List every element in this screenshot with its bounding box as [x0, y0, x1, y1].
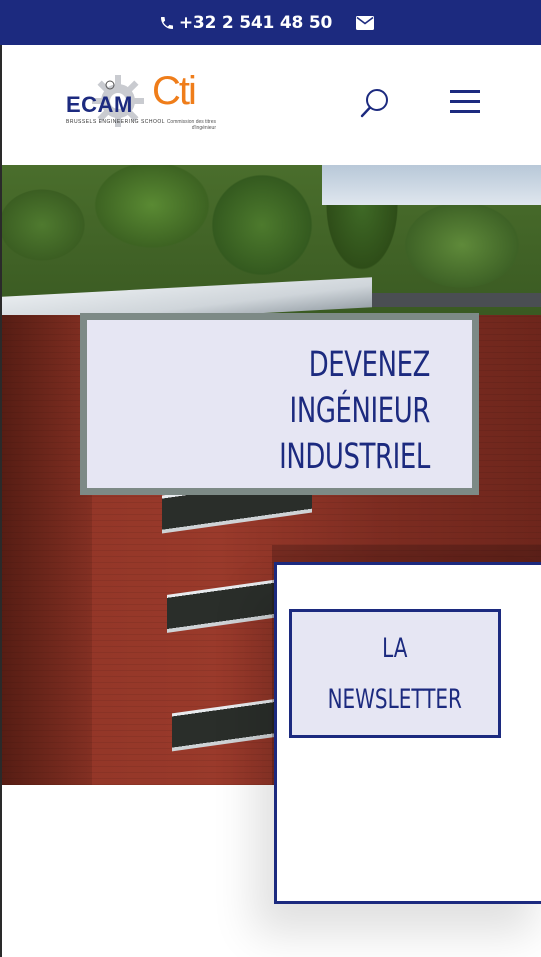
hamburger-menu-icon[interactable]	[450, 90, 482, 116]
left-edge-border	[0, 785, 2, 957]
site-header: ECAM BRUSSELS ENGINEERING SCHOOL Cti Com…	[0, 45, 541, 165]
wall-shadow	[2, 315, 92, 785]
sky-background	[322, 165, 541, 205]
cti-logo-subtitle: Commission des titres d'ingénieur	[166, 119, 216, 131]
building-roof-dark	[372, 293, 541, 307]
ecam-logo-subtitle: BRUSSELS ENGINEERING SCHOOL	[66, 119, 166, 125]
headline-card: DEVENEZ INGÉNIEUR INDUSTRIEL	[80, 313, 479, 495]
cti-logo[interactable]: Cti Commission des titres d'ingénieur	[152, 69, 216, 137]
ecam-logo[interactable]: ECAM BRUSSELS ENGINEERING SCHOOL	[64, 73, 165, 133]
newsletter-panel: LA NEWSLETTER	[274, 562, 541, 904]
menu-bar	[450, 110, 480, 113]
phone-number: +32 2 541 48 50	[178, 12, 333, 33]
newsletter-button[interactable]: LA NEWSLETTER	[289, 609, 501, 738]
ecam-logo-text: ECAM	[66, 92, 133, 117]
phone-icon	[160, 16, 173, 29]
hero-headline: DEVENEZ INGÉNIEUR INDUSTRIEL	[279, 345, 430, 477]
cti-logo-text: Cti	[152, 69, 197, 113]
newsletter-label: LA NEWSLETTER	[327, 632, 463, 715]
phone-link[interactable]: +32 2 541 48 50	[159, 13, 332, 33]
search-icon[interactable]	[359, 87, 391, 119]
menu-bar	[450, 100, 480, 103]
envelope-icon[interactable]	[356, 15, 375, 30]
top-contact-bar: +32 2 541 48 50	[0, 0, 541, 45]
menu-bar	[450, 90, 480, 93]
